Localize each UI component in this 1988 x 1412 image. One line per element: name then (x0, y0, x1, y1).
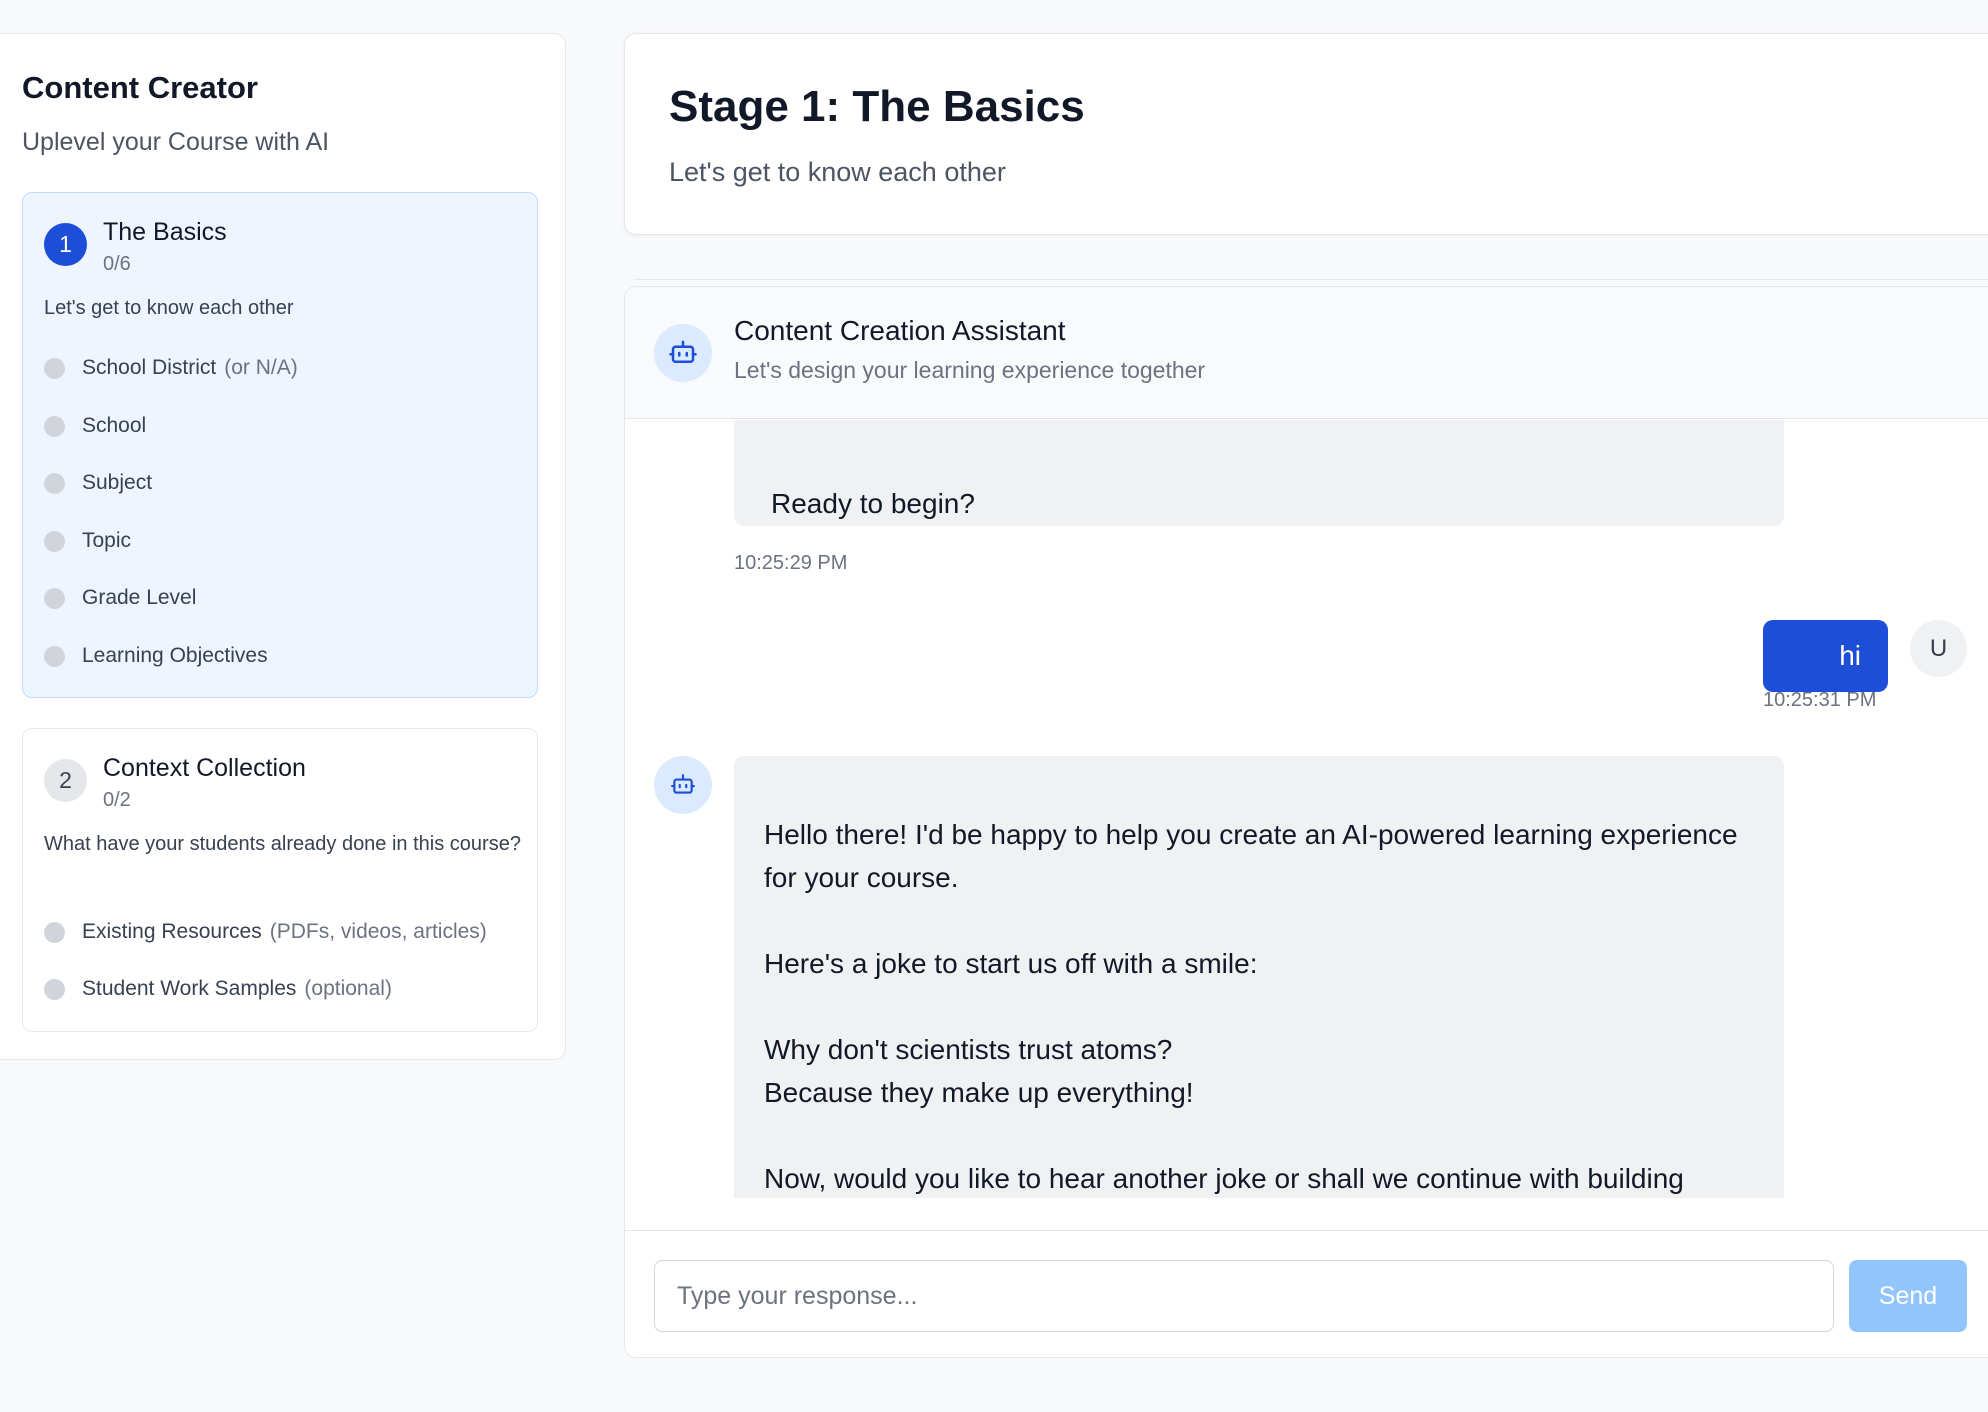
stage-progress: 0/2 (103, 789, 131, 811)
stage-description: What have your students already done in … (44, 833, 521, 855)
status-dot-icon (44, 978, 65, 1000)
message-timestamp: 10:25:31 PM (1763, 689, 1877, 711)
stage-name: Context Collection (103, 754, 306, 782)
sidebar-subtitle: Uplevel your Course with AI (22, 128, 330, 156)
sidebar: Content Creator Uplevel your Course with… (0, 33, 566, 1060)
page-subtitle: Let's get to know each other (669, 157, 1006, 187)
stage-name: The Basics (103, 218, 227, 246)
message-text: hi (1839, 640, 1861, 671)
sidebar-title: Content Creator (22, 70, 258, 105)
page-title: Stage 1: The Basics (669, 82, 1085, 131)
field-label: Grade Level (82, 586, 197, 609)
field-label: Subject (82, 471, 153, 494)
field-hint: (PDFs, videos, articles) (269, 920, 487, 943)
status-dot-icon (44, 921, 65, 943)
bot-message: Hello there! I'd be happy to help you cr… (734, 756, 1784, 1198)
field-label: Existing Resources (82, 920, 262, 943)
status-dot-icon (44, 587, 65, 609)
message-list[interactable]: Ready to begin? 10:25:29 PM hi U 10:25:3… (625, 420, 1988, 1198)
message-text: Hello there! I'd be happy to help you cr… (764, 819, 1738, 1194)
message-text: Ready to begin? (771, 488, 975, 519)
assistant-subtitle: Let's design your learning experience to… (734, 357, 1206, 383)
chat-panel: Content Creation Assistant Let's design … (624, 286, 1988, 1358)
stage-number-badge: 2 (44, 759, 87, 802)
field-school: School (44, 414, 146, 438)
field-subject: Subject (44, 471, 152, 495)
field-label: School (82, 414, 147, 437)
status-dot-icon (44, 415, 65, 437)
status-dot-icon (44, 472, 65, 494)
chat-input-bar: Send (625, 1230, 1988, 1357)
field-topic: Topic (44, 529, 131, 553)
status-dot-icon (44, 357, 65, 379)
field-existing-resources: Existing Resources (PDFs, videos, articl… (44, 920, 487, 944)
stage-header: Stage 1: The Basics Let's get to know ea… (624, 33, 1988, 235)
status-dot-icon (44, 645, 65, 667)
stage-card-context-collection[interactable]: 2 Context Collection 0/2 What have your … (22, 728, 538, 1032)
field-hint: (or N/A) (224, 356, 298, 379)
assistant-name: Content Creation Assistant (734, 315, 1066, 346)
send-button[interactable]: Send (1849, 1260, 1967, 1332)
stage-progress: 0/6 (103, 253, 131, 275)
response-input[interactable] (654, 1260, 1834, 1332)
field-label: Topic (82, 529, 132, 552)
app: Content Creator Uplevel your Course with… (0, 0, 1988, 1412)
stage-description: Let's get to know each other (44, 297, 294, 319)
divider (634, 279, 1988, 280)
field-grade-level: Grade Level (44, 586, 196, 610)
message-timestamp: 10:25:29 PM (734, 552, 848, 574)
field-hint: (optional) (304, 977, 392, 1000)
field-school-district: School District (or N/A) (44, 356, 298, 380)
field-label: Student Work Samples (82, 977, 297, 1000)
stage-number-badge: 1 (44, 223, 87, 266)
chat-header: Content Creation Assistant Let's design … (625, 287, 1988, 419)
stage-card-the-basics[interactable]: 1 The Basics 0/6 Let's get to know each … (22, 192, 538, 698)
field-label: School District (82, 356, 217, 379)
status-dot-icon (44, 530, 65, 552)
bot-message: Ready to begin? (734, 420, 1784, 526)
user-avatar: U (1910, 620, 1967, 677)
field-label: Learning Objectives (82, 644, 268, 667)
user-message: hi (1763, 620, 1888, 692)
field-learning-objectives: Learning Objectives (44, 644, 268, 668)
robot-icon (654, 324, 712, 382)
field-student-work-samples: Student Work Samples (optional) (44, 977, 392, 1001)
robot-icon (654, 756, 712, 814)
